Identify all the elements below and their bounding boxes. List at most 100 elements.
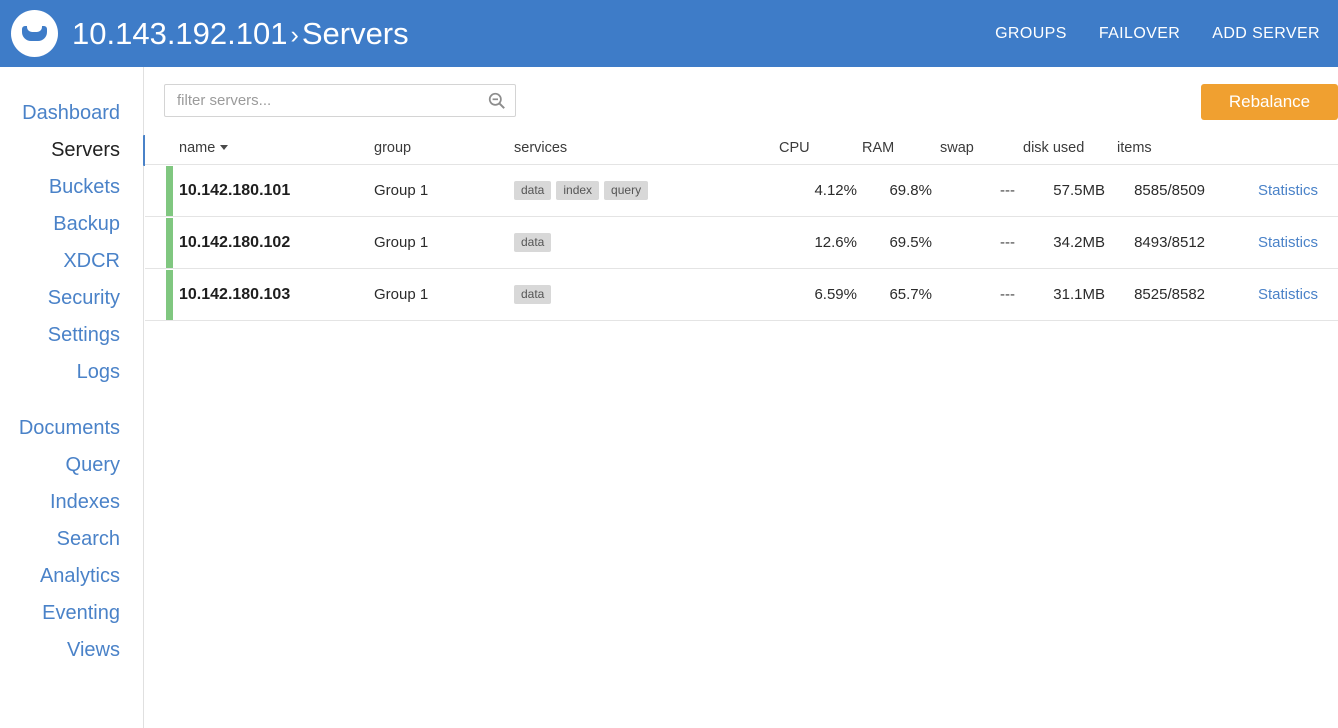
server-name[interactable]: 10.142.180.103: [179, 286, 290, 303]
filter-servers-box[interactable]: [164, 84, 516, 117]
app-header: 10.143.192.101›Servers GROUPS FAILOVER A…: [0, 0, 1338, 67]
statistics-link[interactable]: Statistics: [1258, 234, 1318, 251]
status-indicator-healthy: [166, 270, 173, 320]
sidebar-item-label: Settings: [48, 324, 120, 346]
servers-toolbar: Rebalance: [145, 67, 1338, 132]
search-input[interactable]: [175, 91, 487, 110]
server-cpu-cell: 6.59%: [777, 286, 857, 303]
sidebar-item-search[interactable]: Search: [0, 521, 143, 558]
status-indicator-healthy: [166, 218, 173, 268]
breadcrumb-section: Servers: [302, 16, 409, 51]
rebalance-button[interactable]: Rebalance: [1201, 84, 1338, 120]
column-header-group[interactable]: group: [374, 140, 514, 156]
sidebar-item-logs[interactable]: Logs: [0, 354, 143, 391]
column-header-cpu[interactable]: CPU: [777, 140, 857, 156]
server-actions-cell: Statistics: [1205, 182, 1338, 199]
table-header-row: name group services CPU RAM swap disk us…: [145, 132, 1338, 165]
server-name[interactable]: 10.142.180.102: [179, 234, 290, 251]
app-root: 10.143.192.101›Servers GROUPS FAILOVER A…: [0, 0, 1338, 728]
sidebar-item-documents[interactable]: Documents: [0, 410, 143, 447]
server-group-cell: Group 1: [374, 182, 514, 199]
server-cpu-cell: 12.6%: [777, 234, 857, 251]
server-ram-cell: 69.5%: [857, 234, 932, 251]
column-header-ram[interactable]: RAM: [857, 140, 932, 156]
server-swap-cell: ---: [932, 286, 1015, 303]
breadcrumb-host[interactable]: 10.143.192.101: [72, 16, 288, 51]
sidebar-item-label: Search: [57, 528, 120, 550]
service-badge-data: data: [514, 233, 551, 252]
header-nav-failover[interactable]: FAILOVER: [1099, 25, 1180, 43]
sidebar-item-label: Eventing: [42, 602, 120, 624]
server-actions-cell: Statistics: [1205, 286, 1338, 303]
column-header-services[interactable]: services: [514, 140, 777, 156]
sidebar-item-indexes[interactable]: Indexes: [0, 484, 143, 521]
sidebar-item-label: Buckets: [49, 176, 120, 198]
server-services-cell: data: [514, 233, 777, 252]
column-header-disk-used[interactable]: disk used: [1015, 140, 1105, 156]
sidebar-item-label: Documents: [19, 417, 120, 439]
sidebar-item-analytics[interactable]: Analytics: [0, 558, 143, 595]
sidebar-item-label: Analytics: [40, 565, 120, 587]
sidebar-item-security[interactable]: Security: [0, 280, 143, 317]
server-actions-cell: Statistics: [1205, 234, 1338, 251]
server-disk-used-cell: 57.5MB: [1015, 182, 1105, 199]
breadcrumb-separator-icon: ›: [288, 21, 302, 49]
service-badge-index: index: [556, 181, 599, 200]
table-row[interactable]: 10.142.180.101 Group 1 data index query …: [145, 165, 1338, 217]
sidebar-item-label: Backup: [53, 213, 120, 235]
table-row[interactable]: 10.142.180.103 Group 1 data 6.59% 65.7% …: [145, 269, 1338, 321]
sidebar-item-backup[interactable]: Backup: [0, 206, 143, 243]
statistics-link[interactable]: Statistics: [1258, 182, 1318, 199]
column-header-swap[interactable]: swap: [932, 140, 1015, 156]
sidebar-item-settings[interactable]: Settings: [0, 317, 143, 354]
server-name-cell: 10.142.180.103: [151, 286, 374, 304]
server-name[interactable]: 10.142.180.101: [179, 182, 290, 199]
service-badge-data: data: [514, 285, 551, 304]
server-items-cell: 8493/8512: [1105, 234, 1205, 251]
service-badge-query: query: [604, 181, 648, 200]
status-indicator-healthy: [166, 166, 173, 216]
server-services-cell: data index query: [514, 181, 777, 200]
sidebar-item-xdcr[interactable]: XDCR: [0, 243, 143, 280]
service-badges: data index query: [514, 181, 777, 200]
server-items-cell: 8525/8582: [1105, 286, 1205, 303]
server-name-cell: 10.142.180.102: [151, 234, 374, 252]
server-group-cell: Group 1: [374, 286, 514, 303]
sidebar-divider: [0, 391, 143, 410]
logo-circle: [11, 10, 58, 57]
service-badges: data: [514, 233, 777, 252]
sidebar-item-label: Logs: [77, 361, 120, 383]
sidebar-item-label: Servers: [51, 139, 120, 161]
server-swap-cell: ---: [932, 182, 1015, 199]
column-header-items[interactable]: items: [1105, 140, 1205, 156]
sidebar-item-label: Security: [48, 287, 120, 309]
sidebar-item-servers[interactable]: Servers: [0, 132, 143, 169]
header-nav-add-server[interactable]: ADD SERVER: [1212, 25, 1320, 43]
sidebar-item-label: Dashboard: [22, 102, 120, 124]
table-row[interactable]: 10.142.180.102 Group 1 data 12.6% 69.5% …: [145, 217, 1338, 269]
breadcrumb: 10.143.192.101›Servers: [72, 16, 409, 52]
zoom-out-search-icon[interactable]: [487, 91, 507, 111]
sidebar-item-label: XDCR: [63, 250, 120, 272]
column-header-name-label: name: [179, 140, 215, 156]
service-badges: data: [514, 285, 777, 304]
logo-cup-shape: [22, 26, 47, 41]
sidebar-item-dashboard[interactable]: Dashboard: [0, 95, 143, 132]
sidebar-item-eventing[interactable]: Eventing: [0, 595, 143, 632]
sidebar-item-views[interactable]: Views: [0, 632, 143, 669]
sidebar-item-label: Indexes: [50, 491, 120, 513]
server-disk-used-cell: 34.2MB: [1015, 234, 1105, 251]
sidebar-item-query[interactable]: Query: [0, 447, 143, 484]
couchbase-logo-icon[interactable]: [11, 10, 58, 57]
server-services-cell: data: [514, 285, 777, 304]
server-name-cell: 10.142.180.101: [151, 182, 374, 200]
main-content: Rebalance name group services CPU RAM sw…: [145, 67, 1338, 728]
statistics-link[interactable]: Statistics: [1258, 286, 1318, 303]
server-items-cell: 8585/8509: [1105, 182, 1205, 199]
column-header-name[interactable]: name: [151, 140, 374, 156]
sidebar-item-label: Views: [67, 639, 120, 661]
sidebar: Dashboard Servers Buckets Backup XDCR Se…: [0, 67, 144, 728]
sidebar-item-buckets[interactable]: Buckets: [0, 169, 143, 206]
server-ram-cell: 65.7%: [857, 286, 932, 303]
header-nav-groups[interactable]: GROUPS: [995, 25, 1067, 43]
